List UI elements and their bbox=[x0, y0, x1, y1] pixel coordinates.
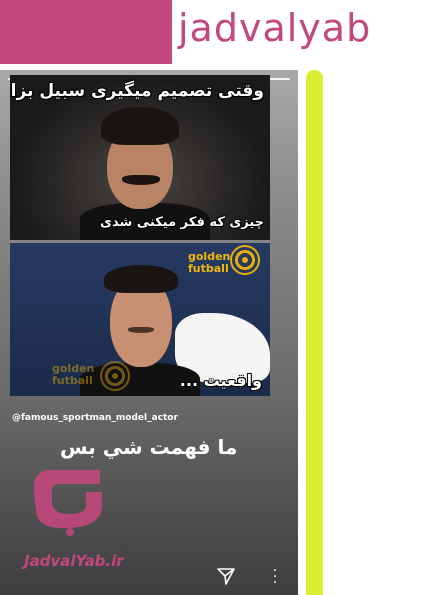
meme-bottom-caption: واقعیت ... bbox=[179, 371, 262, 390]
meme-panel-bottom: golden futball golden futball واقعیت ... bbox=[10, 243, 270, 396]
meme-panel-top: وقتی تصمیم میگیری سبیل بزاری چیزی که فکر… bbox=[10, 75, 270, 240]
jadvalyab-logo-icon bbox=[33, 470, 102, 536]
paper-plane-icon[interactable] bbox=[216, 566, 236, 586]
meme-middle-caption: چیزی که فکر میکنی شدی bbox=[100, 215, 264, 230]
brand-banner bbox=[0, 0, 172, 64]
vertical-ellipsis-icon[interactable]: · · · bbox=[272, 564, 278, 590]
logo-text-faint: golden futball bbox=[52, 362, 95, 387]
soccer-ball-icon bbox=[230, 245, 260, 275]
story-caption: ما فهمت شي بس bbox=[60, 435, 238, 459]
soccer-ball-faint-icon bbox=[100, 361, 130, 391]
accent-bar bbox=[306, 70, 323, 595]
meme-top-caption: وقتی تصمیم میگیری سبیل بزاری bbox=[10, 81, 264, 101]
logo-text: golden futball bbox=[188, 250, 231, 275]
watermark-text: JadvalYab.ir bbox=[24, 552, 124, 570]
mention-tag[interactable]: @famous_sportman_model_actor bbox=[12, 413, 178, 423]
brand-title: jadvalyab bbox=[178, 6, 372, 50]
